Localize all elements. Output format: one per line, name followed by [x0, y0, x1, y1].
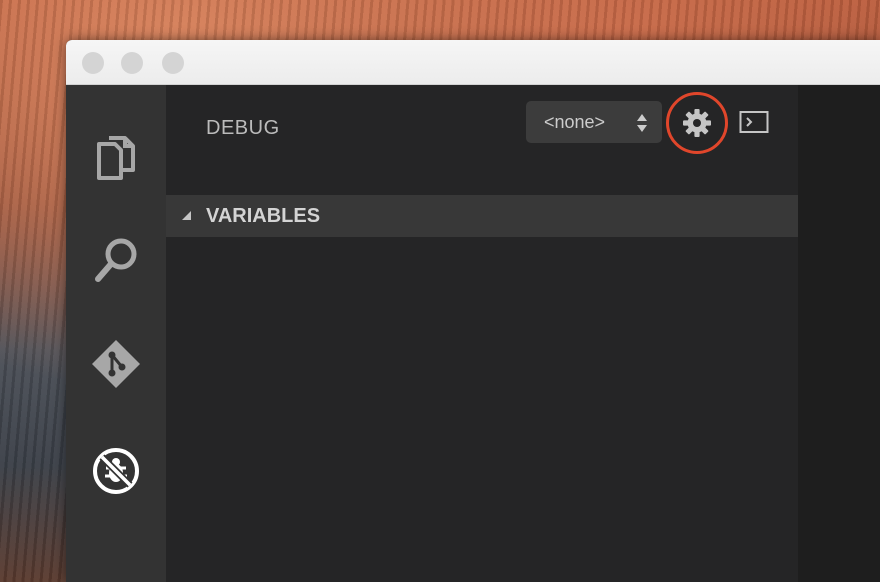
title-bar [66, 40, 880, 85]
expand-triangle-icon [182, 211, 191, 220]
editor-area [798, 85, 880, 582]
debug-console-button[interactable] [739, 110, 769, 134]
git-icon[interactable] [91, 339, 141, 389]
console-icon [739, 111, 769, 133]
debug-configuration-select[interactable]: <none> [526, 101, 662, 143]
select-arrows-icon [637, 114, 647, 132]
app-window: DEBUG <none> VARIABLES [66, 40, 880, 582]
maximize-window-button[interactable] [162, 52, 184, 74]
activity-bar [66, 85, 166, 582]
open-launch-settings-button[interactable] [666, 92, 728, 154]
variables-section-title: VARIABLES [206, 205, 321, 227]
search-icon[interactable] [91, 235, 141, 285]
debug-header: DEBUG <none> [166, 85, 798, 155]
files-icon[interactable] [91, 133, 141, 183]
variables-section-header[interactable]: VARIABLES [166, 195, 798, 237]
configuration-selected-value: <none> [544, 112, 606, 132]
minimize-window-button[interactable] [121, 52, 143, 74]
debug-sidebar: DEBUG <none> VARIABLES [166, 85, 798, 582]
debug-title: DEBUG [206, 117, 280, 139]
gear-icon [683, 109, 711, 137]
close-window-button[interactable] [82, 52, 104, 74]
debug-icon[interactable] [91, 446, 141, 496]
